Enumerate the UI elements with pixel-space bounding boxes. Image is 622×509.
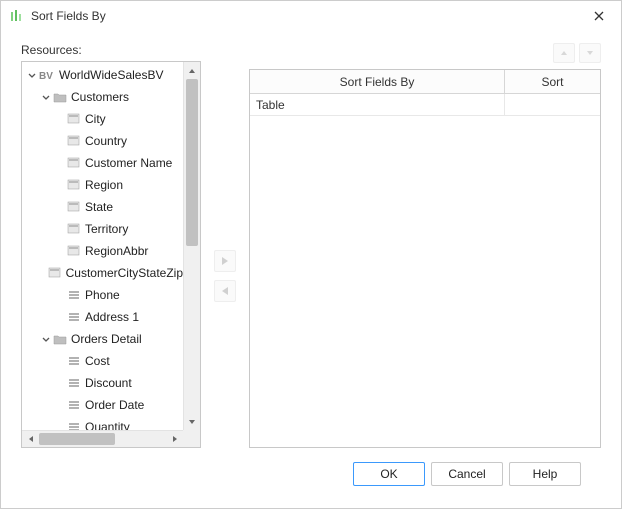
move-up-button[interactable] bbox=[553, 43, 575, 63]
grid-header-sort[interactable]: Sort bbox=[505, 70, 600, 93]
sort-fields-grid[interactable]: Sort Fields By Sort Table bbox=[249, 69, 601, 448]
lines-icon bbox=[67, 421, 81, 430]
scroll-down-button[interactable] bbox=[184, 413, 200, 430]
scroll-thumb[interactable] bbox=[186, 79, 198, 246]
svg-text:BV: BV bbox=[39, 71, 53, 81]
tree-node[interactable]: Cost bbox=[22, 350, 183, 372]
lines-icon bbox=[67, 289, 81, 301]
scroll-up-button[interactable] bbox=[184, 62, 200, 79]
tree-node-label: Order Date bbox=[85, 398, 144, 412]
ok-button[interactable]: OK bbox=[353, 462, 425, 486]
window-title: Sort Fields By bbox=[31, 9, 106, 23]
title-bar: Sort Fields By bbox=[1, 1, 621, 31]
tree-node-label: Territory bbox=[85, 222, 128, 236]
scroll-thumb-h[interactable] bbox=[39, 433, 115, 445]
close-button[interactable] bbox=[576, 1, 621, 31]
tree-node-label: Customers bbox=[71, 90, 129, 104]
tree-node-label: State bbox=[85, 200, 113, 214]
folder-icon bbox=[53, 333, 67, 345]
grid-cell[interactable]: Table bbox=[250, 94, 505, 115]
scroll-corner bbox=[183, 430, 200, 447]
tree-node[interactable]: RegionAbbr bbox=[22, 240, 183, 262]
tree-node-label: Country bbox=[85, 134, 127, 148]
tree-node[interactable]: Orders Detail bbox=[22, 328, 183, 350]
expander-icon[interactable] bbox=[40, 93, 52, 101]
tree-node-label: CustomerCityStateZip bbox=[66, 266, 183, 280]
bv-icon: BV bbox=[39, 69, 55, 81]
lines-icon bbox=[67, 377, 81, 389]
grid-row[interactable]: Table bbox=[250, 94, 600, 116]
field-icon bbox=[67, 157, 81, 169]
tree-node-label: RegionAbbr bbox=[85, 244, 148, 258]
tree-node-label: Region bbox=[85, 178, 123, 192]
tree-node[interactable]: Quantity bbox=[22, 416, 183, 430]
field-icon bbox=[67, 113, 81, 125]
lines-icon bbox=[67, 355, 81, 367]
tree-node[interactable]: Order Date bbox=[22, 394, 183, 416]
lines-icon bbox=[67, 311, 81, 323]
tree-node[interactable]: CustomerCityStateZip bbox=[22, 262, 183, 284]
tree-node-label: Address 1 bbox=[85, 310, 139, 324]
scroll-right-button[interactable] bbox=[166, 431, 183, 447]
field-icon bbox=[48, 267, 62, 279]
tree-node-label: Quantity bbox=[85, 420, 130, 430]
vertical-scrollbar[interactable] bbox=[183, 62, 200, 430]
tree-node[interactable]: Address 1 bbox=[22, 306, 183, 328]
tree-node-label: Customer Name bbox=[85, 156, 172, 170]
tree-node[interactable]: Phone bbox=[22, 284, 183, 306]
tree-node-label: Phone bbox=[85, 288, 120, 302]
field-icon bbox=[67, 223, 81, 235]
tree-node[interactable]: City bbox=[22, 108, 183, 130]
grid-cell[interactable] bbox=[505, 94, 600, 115]
tree-node-label: Orders Detail bbox=[71, 332, 142, 346]
tree-node[interactable]: Country bbox=[22, 130, 183, 152]
tree-node-label: Cost bbox=[85, 354, 110, 368]
folder-icon bbox=[53, 91, 67, 103]
expander-icon[interactable] bbox=[26, 71, 38, 79]
tree-node[interactable]: Region bbox=[22, 174, 183, 196]
tree-node-label: City bbox=[85, 112, 106, 126]
horizontal-scrollbar[interactable] bbox=[22, 430, 183, 447]
scroll-left-button[interactable] bbox=[22, 431, 39, 447]
grid-header-sortfieldsby[interactable]: Sort Fields By bbox=[250, 70, 505, 93]
tree-node[interactable]: Customers bbox=[22, 86, 183, 108]
tree-node[interactable]: Customer Name bbox=[22, 152, 183, 174]
field-icon bbox=[67, 201, 81, 213]
app-icon bbox=[9, 8, 25, 24]
tree-node[interactable]: State bbox=[22, 196, 183, 218]
tree-node-label: Discount bbox=[85, 376, 132, 390]
tree-node[interactable]: Discount bbox=[22, 372, 183, 394]
remove-field-button[interactable] bbox=[214, 280, 236, 302]
expander-icon[interactable] bbox=[40, 335, 52, 343]
add-field-button[interactable] bbox=[214, 250, 236, 272]
help-button[interactable]: Help bbox=[509, 462, 581, 486]
move-down-button[interactable] bbox=[579, 43, 601, 63]
field-icon bbox=[67, 245, 81, 257]
tree-node[interactable]: BV WorldWideSalesBV bbox=[22, 64, 183, 86]
lines-icon bbox=[67, 399, 81, 411]
field-icon bbox=[67, 135, 81, 147]
tree-node[interactable]: Territory bbox=[22, 218, 183, 240]
cancel-button[interactable]: Cancel bbox=[431, 462, 503, 486]
field-icon bbox=[67, 179, 81, 191]
tree-node-label: WorldWideSalesBV bbox=[59, 68, 163, 82]
resources-label: Resources: bbox=[21, 43, 201, 57]
resources-tree[interactable]: BV WorldWideSalesBV Customers City Country Cu… bbox=[21, 61, 201, 448]
